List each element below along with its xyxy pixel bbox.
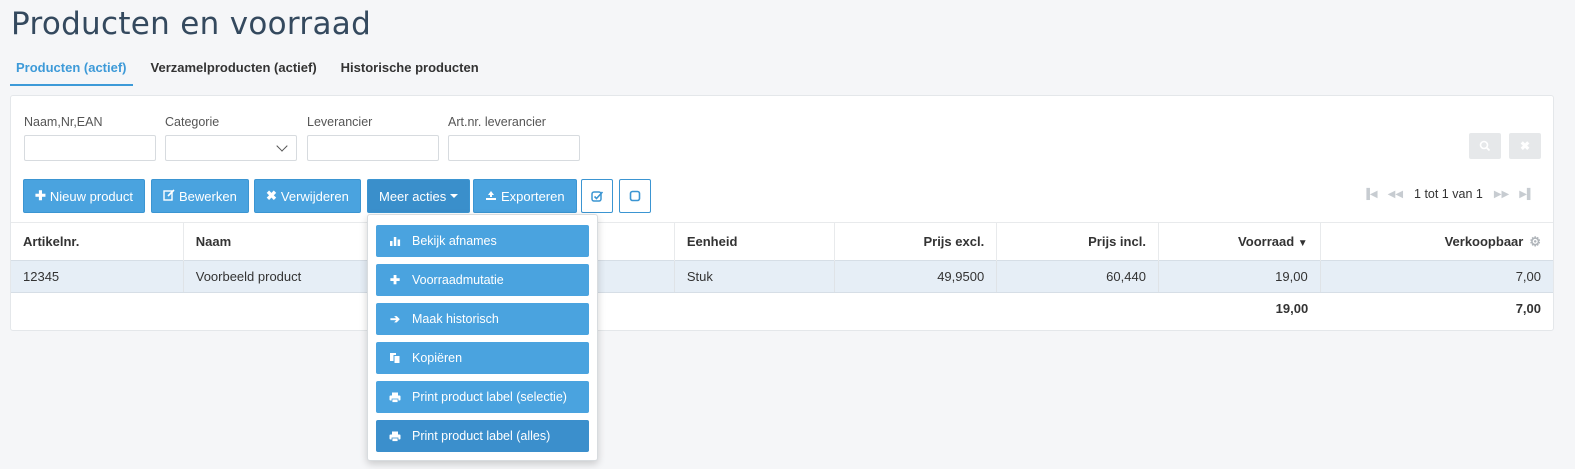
clear-filter-button[interactable]: ✖ (1509, 133, 1541, 159)
prev-page-icon[interactable]: ◀◀ (1388, 189, 1403, 200)
deselect-all-button[interactable] (619, 179, 651, 213)
menu-item-label: Kopiëren (412, 351, 463, 365)
search-button[interactable] (1469, 133, 1501, 159)
cell-prijs-incl: 60,440 (996, 260, 1159, 293)
tab-verzamelproducten-actief[interactable]: Verzamelproducten (actief) (145, 58, 323, 86)
menu-item-print-label-alles[interactable]: Print product label (alles) (376, 420, 589, 452)
bar-chart-icon (388, 236, 402, 247)
name-input[interactable] (24, 135, 156, 161)
total-verkoopbaar: 7,00 (1515, 301, 1541, 317)
table-totals-row: 19,00 7,00 (11, 293, 1553, 325)
checkbox-empty-icon (629, 190, 641, 202)
table-header-row: Artikelnr. Naam Categorie Eenheid Prijs … (11, 222, 1553, 261)
table-row[interactable]: 12345 Voorbeeld product Standaard catego… (11, 260, 1553, 293)
edit-icon (163, 188, 175, 204)
print-icon (388, 392, 402, 403)
export-icon (485, 189, 497, 204)
filter-supplier-label: Leverancier (307, 115, 373, 129)
more-actions-menu: Bekijk afnames ✚ Voorraadmutatie ➔ Maak hi… (367, 214, 598, 461)
edit-label: Bewerken (179, 188, 237, 204)
col-header-voorraad-label: Voorraad (1238, 234, 1295, 249)
products-table: Artikelnr. Naam Categorie Eenheid Prijs … (11, 222, 1553, 325)
close-icon: ✖ (1519, 139, 1531, 153)
cell-eenheid: Stuk (674, 260, 836, 293)
checkbox-checked-icon (590, 190, 603, 202)
first-page-icon[interactable]: ▐◀ (1363, 189, 1378, 200)
menu-item-print-label-selectie[interactable]: Print product label (selectie) (376, 381, 589, 413)
next-page-icon[interactable]: ▶▶ (1494, 189, 1509, 200)
supplier-art-input[interactable] (448, 135, 580, 161)
close-icon: ✖ (266, 188, 277, 203)
chevron-down-icon (276, 140, 288, 152)
menu-item-label: Bekijk afnames (412, 234, 497, 248)
menu-item-label: Voorraadmutatie (412, 273, 504, 287)
gear-icon[interactable]: ⚙ (1529, 234, 1541, 249)
export-label: Exporteren (501, 188, 565, 204)
filter-name-label: Naam,Nr,EAN (24, 115, 103, 129)
products-panel: Naam,Nr,EAN Categorie Leverancier Art.nr… (10, 95, 1554, 331)
col-header-eenheid[interactable]: Eenheid (674, 222, 836, 261)
new-product-button[interactable]: ✚ Nieuw product (23, 179, 146, 213)
col-header-verkoopbaar[interactable]: Verkoopbaar ⚙ (1320, 222, 1553, 261)
category-select[interactable] (165, 135, 297, 161)
more-actions-label: Meer acties (379, 188, 447, 204)
tab-producten-actief[interactable]: Producten (actief) (10, 58, 133, 86)
filter-supplier-art-label: Art.nr. leverancier (448, 115, 546, 129)
total-voorraad: 19,00 (1275, 301, 1309, 317)
col-header-prijs-excl[interactable]: Prijs excl. (834, 222, 998, 261)
col-header-prijs-incl[interactable]: Prijs incl. (996, 222, 1159, 261)
edit-button[interactable]: Bewerken (151, 179, 249, 213)
filter-name: Naam,Nr,EAN (24, 115, 156, 161)
copy-icon (388, 352, 402, 364)
search-icon (1479, 140, 1491, 152)
menu-item-label: Maak historisch (412, 312, 499, 326)
menu-item-kopieren[interactable]: Kopiëren (376, 342, 589, 374)
menu-item-voorraadmutatie[interactable]: ✚ Voorraadmutatie (376, 264, 589, 296)
tab-bar: Producten (actief) Verzamelproducten (ac… (10, 58, 497, 86)
print-icon (388, 431, 402, 442)
new-product-label: Nieuw product (49, 188, 134, 204)
col-header-voorraad[interactable]: Voorraad ▼ (1158, 222, 1321, 261)
plus-icon: ✚ (389, 273, 401, 287)
menu-item-label: Print product label (alles) (412, 429, 551, 443)
supplier-input[interactable] (307, 135, 439, 161)
cell-artikelnr: 12345 (11, 260, 184, 293)
menu-item-label: Print product label (selectie) (412, 390, 567, 404)
filter-category-label: Categorie (165, 115, 220, 129)
caret-down-icon (450, 194, 459, 198)
plus-icon: ✚ (35, 188, 46, 203)
filter-supplier: Leverancier (307, 115, 439, 161)
sort-desc-icon: ▼ (1297, 238, 1308, 249)
cell-prijs-excl: 49,9500 (834, 260, 998, 293)
delete-label: Verwijderen (280, 188, 349, 204)
cell-verkoopbaar: 7,00 (1320, 260, 1553, 293)
cell-voorraad: 19,00 (1158, 260, 1321, 293)
col-header-verkoopbaar-label: Verkoopbaar (1444, 233, 1524, 249)
pagination-text: 1 tot 1 van 1 (1414, 187, 1483, 201)
last-page-icon[interactable]: ▶▌ (1519, 189, 1534, 200)
menu-item-maak-historisch[interactable]: ➔ Maak historisch (376, 303, 589, 335)
export-button[interactable]: Exporteren (473, 179, 577, 213)
col-header-artikelnr[interactable]: Artikelnr. (11, 222, 184, 261)
more-actions-button[interactable]: Meer acties (367, 179, 471, 213)
arrow-right-icon: ➔ (389, 312, 401, 326)
tab-historische-producten[interactable]: Historische producten (335, 58, 485, 86)
filter-category: Categorie (165, 115, 297, 161)
pagination: ▐◀ ◀◀ 1 tot 1 van 1 ▶▶ ▶▌ (1358, 187, 1539, 201)
delete-button[interactable]: ✖ Verwijderen (254, 179, 361, 213)
select-all-button[interactable] (581, 179, 613, 213)
filter-supplier-art: Art.nr. leverancier (448, 115, 580, 161)
page-title: Producten en voorraad (11, 6, 372, 42)
menu-item-bekijk-afnames[interactable]: Bekijk afnames (376, 225, 589, 257)
